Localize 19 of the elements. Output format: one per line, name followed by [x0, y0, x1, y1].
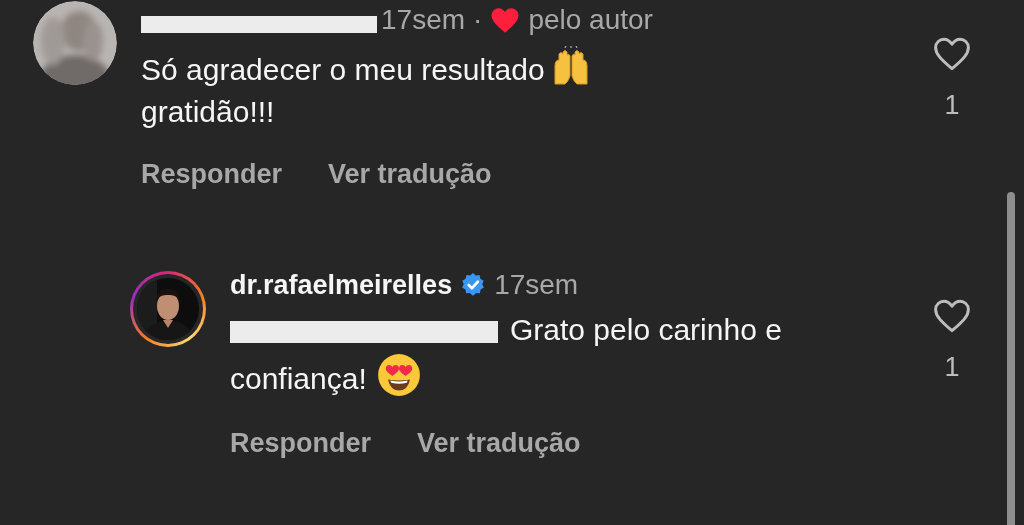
like-icon[interactable] [932, 298, 972, 334]
comment-text: confiança! [230, 362, 367, 395]
heart-eyes-emoji-icon [376, 353, 421, 397]
reply-link[interactable]: Responder [230, 428, 372, 459]
translation-link[interactable]: Ver tradução [328, 159, 492, 190]
comment-time: 17sem [381, 4, 466, 36]
like-icon[interactable] [932, 36, 972, 72]
comment-text: Grato pelo carinho e [510, 313, 782, 346]
scrollbar[interactable] [1007, 192, 1015, 525]
like-count: 1 [944, 90, 960, 121]
translation-link[interactable]: Ver tradução [417, 428, 581, 459]
reply-link[interactable]: Responder [141, 159, 283, 190]
comment-text: gratidão!!! [141, 95, 275, 128]
like-count: 1 [944, 352, 960, 383]
comment-text: Só agradecer o meu resultado [141, 53, 545, 86]
liked-by-author-label: pelo autor [528, 4, 653, 36]
username[interactable]: dr.rafaelmeirelles [230, 269, 453, 301]
comment-time: 17sem [494, 269, 579, 301]
separator-dot: · [473, 4, 483, 36]
